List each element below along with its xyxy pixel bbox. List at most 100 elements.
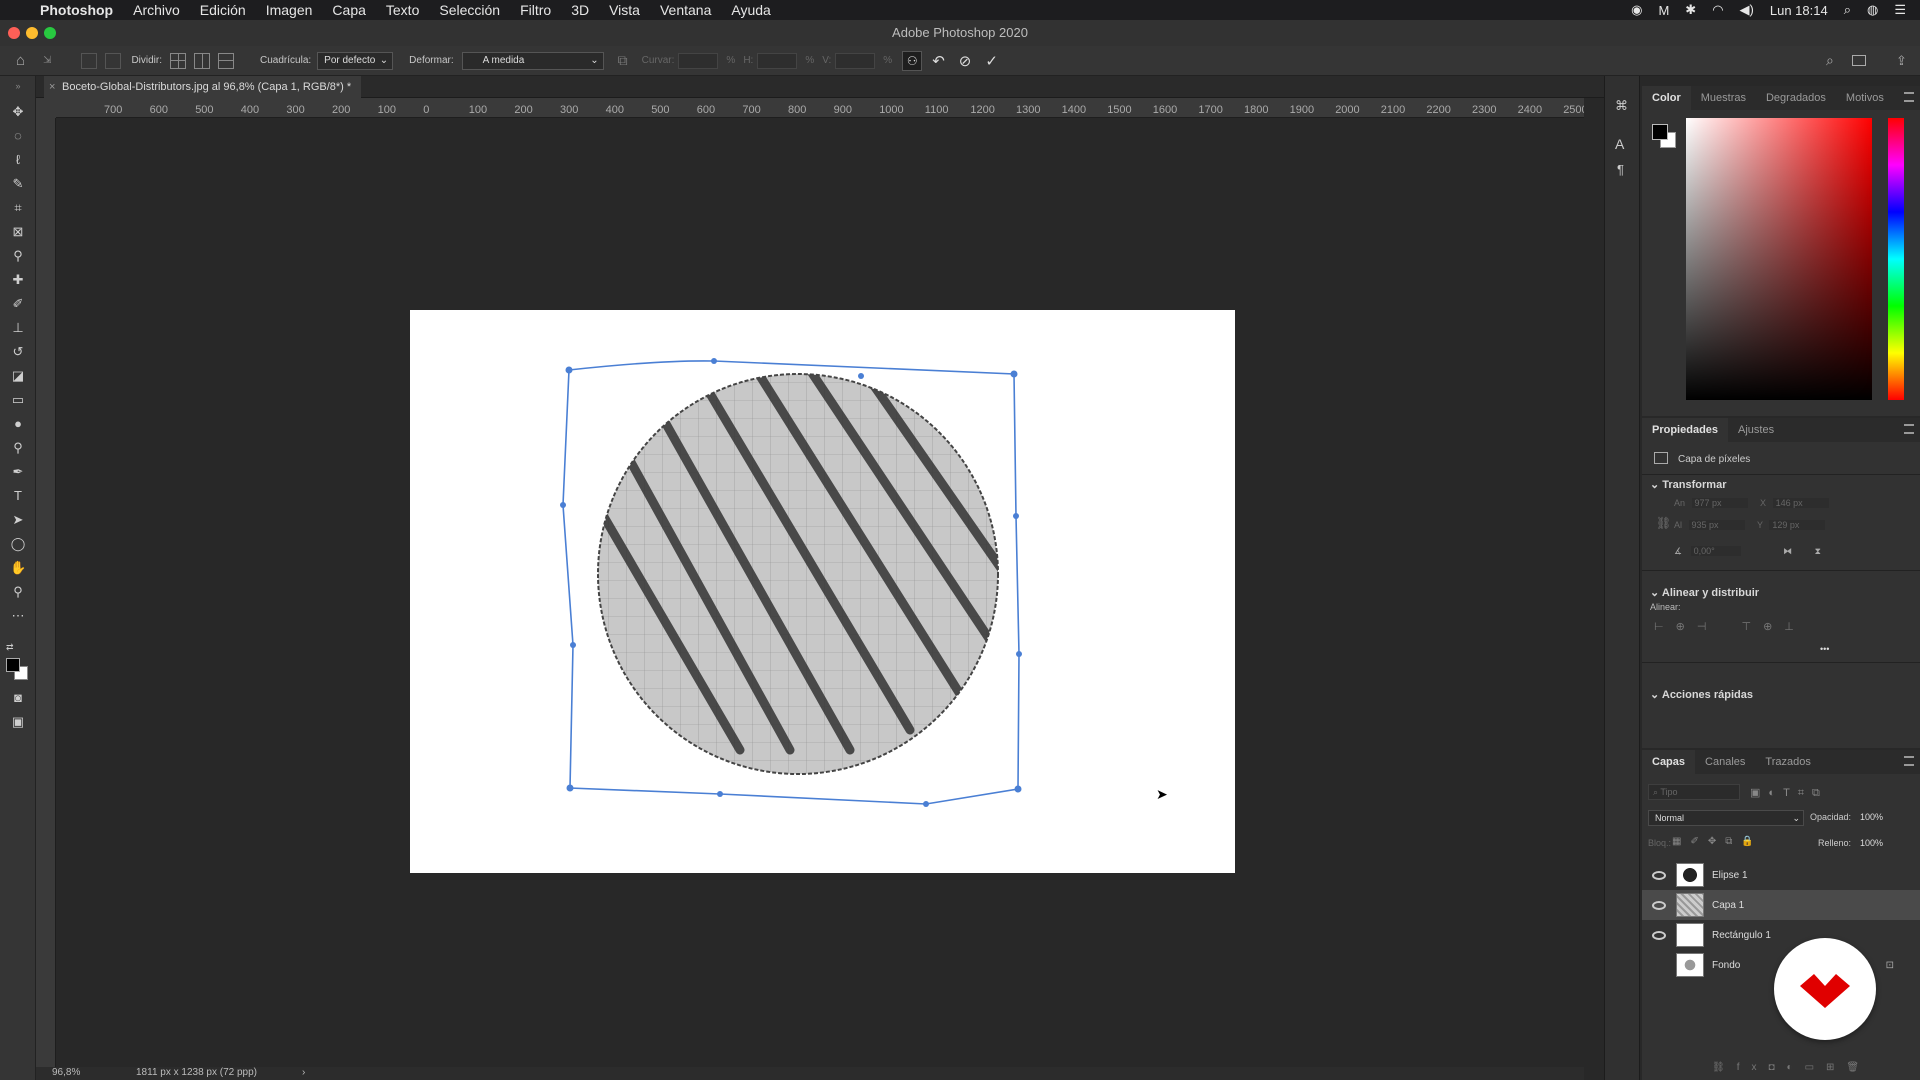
grid-select[interactable]: Por defecto ⌄	[317, 51, 394, 70]
x-input[interactable]: 146 px	[1772, 498, 1829, 508]
crop-tool-icon[interactable]: ⌗	[10, 200, 26, 216]
tab-trazados[interactable]: Trazados	[1755, 750, 1820, 774]
filter-adjust-icon[interactable]: ◐	[1768, 787, 1783, 799]
fx-icon[interactable]: fx	[1737, 1062, 1769, 1073]
dodge-tool-icon[interactable]: ⚲	[10, 440, 26, 456]
hand-tool-icon[interactable]: ✋	[10, 560, 26, 576]
zoom-tool-icon[interactable]: ⚲	[10, 584, 26, 600]
blur-tool-icon[interactable]: ●	[10, 416, 26, 432]
brush-tool-icon[interactable]: ✐	[10, 296, 26, 312]
tab-muestras[interactable]: Muestras	[1691, 86, 1756, 110]
history-brush-tool-icon[interactable]: ↺	[10, 344, 26, 360]
new-group-icon[interactable]: ▭	[1805, 1062, 1826, 1073]
lock-all-icon[interactable]: 🔒	[1741, 836, 1762, 847]
workspace-icon[interactable]	[1852, 55, 1866, 66]
pen-tool-icon[interactable]: ✒	[10, 464, 26, 480]
panel-menu-icon[interactable]	[1904, 92, 1914, 102]
minimize-window-button[interactable]	[26, 27, 38, 39]
menu-edicion[interactable]: Edición	[200, 2, 246, 18]
y-input[interactable]: 129 px	[1769, 520, 1826, 530]
align-bottom-icon[interactable]: ⊥	[1784, 621, 1806, 633]
ellipse-tool-icon[interactable]: ◯	[10, 536, 26, 552]
visibility-eye-icon[interactable]	[1652, 930, 1666, 940]
commit-transform-icon[interactable]: ✓	[985, 52, 998, 70]
gradient-tool-icon[interactable]: ▭	[10, 392, 26, 408]
layer-name[interactable]: Capa 1	[1712, 900, 1744, 911]
blend-mode-select[interactable]: Normal ⌄	[1648, 810, 1804, 826]
character-panel-icon[interactable]: A	[1615, 136, 1624, 152]
align-left-icon[interactable]: ⊢	[1654, 621, 1676, 633]
screen-mode-icon[interactable]: ▣	[10, 714, 26, 730]
align-center-h-icon[interactable]: ⊕	[1676, 621, 1697, 633]
lock-transparent-icon[interactable]: ▦	[1672, 836, 1690, 847]
opacity-input[interactable]: 100%	[1860, 812, 1883, 822]
m-icon[interactable]: M	[1658, 3, 1669, 18]
share-icon[interactable]: ⇪	[1896, 53, 1907, 69]
path-selection-tool-icon[interactable]: ➤	[10, 512, 26, 528]
split-vertical-icon[interactable]	[194, 52, 211, 69]
link-icon[interactable]: ⛓	[1656, 516, 1671, 530]
layer-name[interactable]: Elipse 1	[1712, 870, 1748, 881]
tab-canales[interactable]: Canales	[1695, 750, 1755, 774]
foreground-color[interactable]	[6, 658, 20, 672]
siri-icon[interactable]: ◍	[1867, 2, 1878, 18]
menu-ayuda[interactable]: Ayuda	[731, 2, 770, 18]
horizontal-ruler[interactable]: 700 600 500 400 300 200 100 0 100 200 300 400 500 600…	[56, 98, 1584, 118]
filter-pixel-icon[interactable]: ▣	[1750, 787, 1768, 799]
close-window-button[interactable]	[8, 27, 20, 39]
eraser-tool-icon[interactable]: ◪	[10, 368, 26, 384]
angle-input[interactable]: 0,00°	[1690, 546, 1741, 556]
add-mask-icon[interactable]: ◘	[1768, 1062, 1786, 1073]
h-input[interactable]	[757, 52, 798, 69]
warp-select[interactable]: A medida ⌄	[461, 51, 604, 70]
menu-vista[interactable]: Vista	[609, 2, 640, 18]
menu-filtro[interactable]: Filtro	[520, 2, 551, 18]
quick-mask-icon[interactable]: ◙	[10, 690, 26, 706]
delete-layer-icon[interactable]: 🗑	[1846, 1062, 1871, 1073]
menu-capa[interactable]: Capa	[332, 2, 365, 18]
fg-color-swatch[interactable]	[1652, 124, 1668, 140]
more-options-icon[interactable]: •••	[1820, 644, 1829, 654]
align-top-icon[interactable]: ⊤	[1741, 621, 1763, 633]
doc-info[interactable]: 1811 px x 1238 px (72 ppp)	[136, 1067, 257, 1078]
panel-menu-icon[interactable]	[1904, 756, 1914, 766]
link-layers-icon[interactable]: ⛓	[1712, 1062, 1737, 1073]
search-icon[interactable]: ⌕	[1826, 52, 1834, 69]
menu-texto[interactable]: Texto	[386, 2, 419, 18]
align-right-icon[interactable]: ⊣	[1697, 621, 1719, 633]
cancel-transform-icon[interactable]: ⊘	[959, 52, 972, 70]
clone-stamp-tool-icon[interactable]: ⊥	[10, 320, 26, 336]
visibility-eye-icon[interactable]	[1652, 870, 1666, 880]
home-icon[interactable]: ⌂	[16, 52, 25, 69]
layer-row[interactable]: Elipse 1	[1642, 860, 1920, 890]
grid-off-icon[interactable]	[81, 52, 98, 69]
hue-slider[interactable]	[1888, 118, 1904, 400]
grid-alt-icon[interactable]	[105, 52, 122, 69]
volume-icon[interactable]: ◀)	[1740, 2, 1754, 18]
lock-position-icon[interactable]: ✥	[1708, 836, 1725, 847]
warp-transform-box[interactable]	[410, 310, 1235, 873]
warp-orientation-icon[interactable]: ⧉	[618, 52, 628, 69]
panel-menu-icon[interactable]	[1904, 424, 1914, 434]
tab-motivos[interactable]: Motivos	[1836, 86, 1894, 110]
status-arrow-icon[interactable]: ›	[302, 1067, 305, 1078]
visibility-eye-icon[interactable]	[1652, 900, 1666, 910]
notification-center-icon[interactable]: ☰	[1894, 2, 1906, 18]
swap-colors-icon[interactable]: ⇄	[6, 642, 14, 653]
width-input[interactable]: 977 px	[1691, 498, 1748, 508]
undo-icon[interactable]: ↶	[932, 52, 945, 70]
menu-ventana[interactable]: Ventana	[660, 2, 711, 18]
height-input[interactable]: 935 px	[1688, 520, 1745, 530]
new-layer-icon[interactable]: ⊞	[1826, 1062, 1846, 1073]
vertical-ruler[interactable]	[36, 118, 56, 1070]
v-input[interactable]	[835, 52, 876, 69]
lock-pixels-icon[interactable]: ✐	[1690, 836, 1707, 847]
transform-section[interactable]: ⌄ Transformar	[1650, 478, 1726, 491]
align-middle-v-icon[interactable]: ⊕	[1763, 621, 1784, 633]
transform-mode-icon[interactable]: ⇲	[43, 55, 51, 66]
marquee-tool-icon[interactable]: ◌	[10, 128, 26, 144]
layer-name[interactable]: Fondo	[1712, 960, 1740, 971]
eyedropper-tool-icon[interactable]: ⚲	[10, 248, 26, 264]
tab-capas[interactable]: Capas	[1642, 750, 1696, 774]
bluetooth-icon[interactable]: ✱	[1685, 2, 1696, 18]
